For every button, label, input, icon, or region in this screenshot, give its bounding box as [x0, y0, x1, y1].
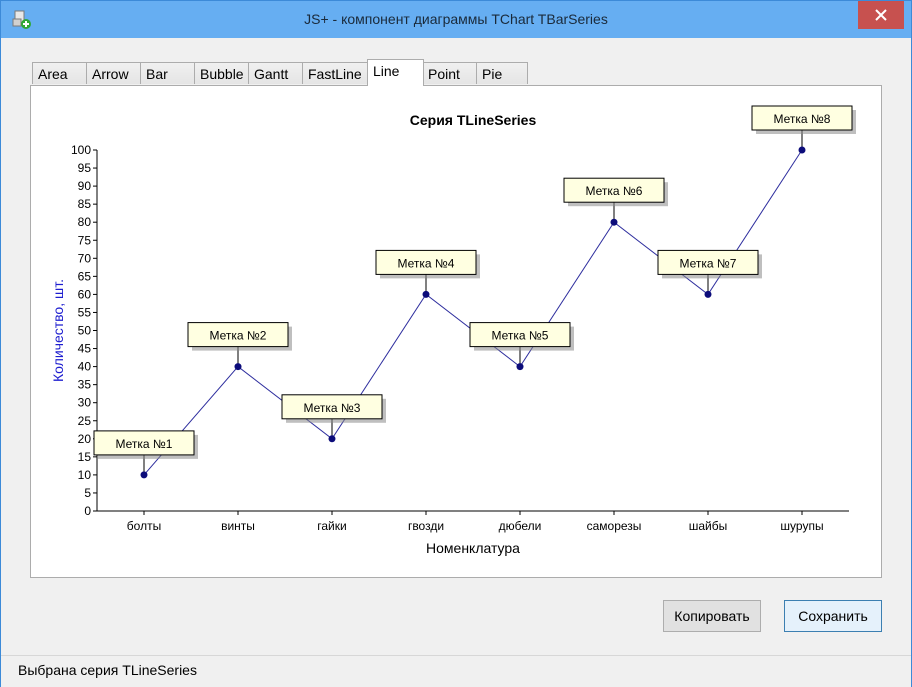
data-label-group: Метка №8 — [751, 105, 856, 150]
data-point — [140, 471, 148, 479]
data-point — [516, 363, 524, 371]
y-tick-label: 10 — [78, 468, 92, 482]
close-icon — [875, 9, 887, 21]
y-tick-label: 100 — [71, 143, 91, 157]
data-label: Метка №5 — [492, 329, 549, 343]
x-tick-label: гвозди — [408, 519, 444, 533]
y-axis-label: Количество, шт. — [50, 279, 66, 382]
x-tick-label: болты — [127, 519, 161, 533]
data-label-group: Метка №2 — [187, 322, 292, 367]
tab-bubble[interactable]: Bubble — [194, 62, 249, 84]
y-tick-label: 50 — [78, 324, 92, 338]
data-label-group: Метка №6 — [563, 177, 668, 223]
tab-panel: Серия TLineSeries 0 5 10 15 20 25 30 35 40 45 50 55 6… — [30, 85, 882, 578]
data-label-group: Метка №7 — [657, 249, 762, 295]
y-tick-label: 40 — [78, 360, 92, 374]
title-bar[interactable]: JS+ - компонент диаграммы TChart TBarSer… — [1, 1, 911, 38]
y-tick-label: 90 — [78, 179, 92, 193]
main-window: JS+ - компонент диаграммы TChart TBarSer… — [0, 0, 912, 687]
status-bar: Выбрана серия TLineSeries — [1, 655, 911, 687]
data-label-group: Метка №4 — [375, 249, 480, 295]
tab-pie[interactable]: Pie — [476, 62, 528, 84]
window-title: JS+ - компонент диаграммы TChart TBarSer… — [304, 11, 608, 27]
y-tick-label: 75 — [78, 233, 92, 247]
data-point — [704, 290, 712, 298]
data-point — [798, 146, 806, 154]
tab-fastline[interactable]: FastLine — [302, 62, 368, 84]
x-tick-label: гайки — [317, 519, 346, 533]
data-label: Метка №7 — [680, 256, 737, 270]
x-tick-label: дюбели — [499, 519, 542, 533]
tab-area[interactable]: Area — [32, 62, 87, 84]
x-axis-label: Номенклатура — [426, 540, 520, 556]
tab-arrow[interactable]: Arrow — [86, 62, 141, 84]
y-tick-label: 85 — [78, 197, 92, 211]
series-line — [143, 149, 803, 476]
y-tick-label: 30 — [78, 396, 92, 410]
y-tick-label: 95 — [78, 161, 92, 175]
line-chart: Серия TLineSeries 0 5 10 15 20 25 30 35 40 45 50 55 6… — [50, 105, 856, 556]
data-label: Метка №2 — [210, 329, 267, 343]
y-tick-label: 0 — [84, 504, 91, 518]
data-label-group: Метка №1 — [93, 430, 198, 475]
y-tick-label: 35 — [78, 378, 92, 392]
data-label-group: Метка №5 — [469, 322, 574, 367]
data-point — [328, 435, 336, 443]
y-tick-label: 60 — [78, 287, 92, 301]
close-button[interactable] — [858, 1, 904, 29]
data-label: Метка №4 — [398, 256, 455, 270]
y-tick-label: 15 — [78, 450, 92, 464]
data-label: Метка №8 — [774, 112, 831, 126]
x-tick-label: шайбы — [689, 519, 728, 533]
tab-line[interactable]: Line — [367, 59, 424, 86]
y-tick-label: 20 — [78, 432, 92, 446]
y-tick-label: 25 — [78, 414, 92, 428]
y-tick-label: 55 — [78, 305, 92, 319]
save-button[interactable]: Сохранить — [784, 600, 882, 632]
data-point — [234, 363, 242, 371]
x-tick-label: винты — [221, 519, 255, 533]
tab-gantt[interactable]: Gantt — [248, 62, 303, 84]
x-tick-label: шурупы — [780, 519, 823, 533]
tab-bar[interactable]: Bar — [140, 62, 195, 84]
data-label: Метка №6 — [586, 184, 643, 198]
data-point — [610, 218, 618, 226]
status-text: Выбрана серия TLineSeries — [18, 662, 197, 678]
data-label: Метка №1 — [116, 437, 173, 451]
chart-title: Серия TLineSeries — [410, 112, 537, 128]
data-point — [422, 290, 430, 298]
x-tick-label: саморезы — [587, 519, 642, 533]
tab-point[interactable]: Point — [422, 62, 477, 84]
copy-button[interactable]: Копировать — [663, 600, 761, 632]
data-label: Метка №3 — [304, 401, 361, 415]
y-tick-label: 45 — [78, 342, 92, 356]
data-label-group: Метка №3 — [281, 394, 386, 439]
y-tick-label: 80 — [78, 215, 92, 229]
y-tick-label: 5 — [84, 486, 91, 500]
y-tick-label: 65 — [78, 269, 92, 283]
y-tick-label: 70 — [78, 251, 92, 265]
